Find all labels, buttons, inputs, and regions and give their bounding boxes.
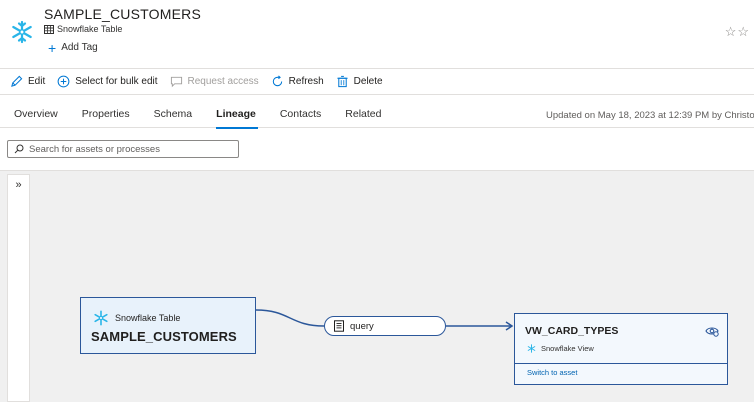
source-type-label: Snowflake Table: [115, 313, 181, 323]
delete-label: Delete: [353, 76, 383, 87]
tab-schema[interactable]: Schema: [140, 104, 203, 128]
tab-related[interactable]: Related: [331, 104, 391, 128]
search-icon: [14, 144, 24, 154]
command-bar: Edit Select for bulk edit Request access…: [0, 68, 754, 95]
plus-icon: +: [48, 39, 57, 56]
edit-label: Edit: [28, 76, 46, 87]
side-panel: »: [7, 174, 30, 402]
lineage-search: [7, 140, 239, 158]
add-tag-label: Add Tag: [61, 42, 98, 53]
asset-type: Snowflake Table: [44, 24, 122, 34]
process-node[interactable]: query: [324, 316, 446, 336]
snowflake-icon: [527, 344, 536, 353]
process-name: query: [350, 320, 374, 332]
refresh-button[interactable]: Refresh: [271, 75, 324, 88]
snowflake-icon: [12, 20, 32, 44]
target-node-type: Snowflake View: [527, 344, 594, 353]
bulk-edit-button[interactable]: Select for bulk edit: [57, 75, 158, 88]
tab-lineage[interactable]: Lineage: [202, 104, 266, 129]
target-node[interactable]: VW_CARD_TYPES Snowflake View Switch to a…: [514, 313, 728, 385]
source-node-type: Snowflake Table: [93, 310, 180, 326]
tab-properties[interactable]: Properties: [68, 104, 140, 128]
edit-button[interactable]: Edit: [10, 75, 45, 88]
switch-to-asset-link[interactable]: Switch to asset: [527, 368, 577, 377]
table-icon: [44, 24, 54, 34]
page-title: SAMPLE_CUSTOMERS: [44, 6, 201, 22]
refresh-label: Refresh: [288, 76, 324, 87]
tab-contacts[interactable]: Contacts: [266, 104, 331, 128]
source-name: SAMPLE_CUSTOMERS: [91, 329, 237, 344]
view-settings-icon[interactable]: [705, 325, 719, 337]
expand-panel-button[interactable]: »: [8, 179, 29, 191]
request-access-button[interactable]: Request access: [170, 75, 259, 88]
target-type-label: Snowflake View: [541, 344, 594, 353]
trash-icon: [337, 75, 348, 88]
updated-info: Updated on May 18, 2023 at 12:39 PM by C…: [546, 110, 754, 121]
snowflake-icon: [94, 310, 108, 326]
delete-button[interactable]: Delete: [336, 75, 383, 88]
node-divider: [515, 363, 727, 364]
add-circle-icon: [57, 75, 70, 88]
pencil-icon: [11, 75, 23, 87]
search-input[interactable]: [29, 143, 229, 155]
document-icon: [334, 320, 344, 332]
source-node[interactable]: Snowflake Table SAMPLE_CUSTOMERS: [80, 297, 256, 354]
comment-icon: [170, 76, 182, 88]
tab-overview[interactable]: Overview: [0, 104, 68, 128]
bulk-edit-label: Select for bulk edit: [75, 76, 158, 87]
refresh-icon: [272, 75, 282, 87]
request-access-label: Request access: [187, 76, 259, 87]
favorite-star-icons[interactable]: ☆☆: [725, 24, 750, 40]
add-tag-button[interactable]: + Add Tag: [48, 39, 98, 56]
asset-type-label: Snowflake Table: [57, 24, 123, 34]
target-name: VW_CARD_TYPES: [525, 325, 619, 337]
